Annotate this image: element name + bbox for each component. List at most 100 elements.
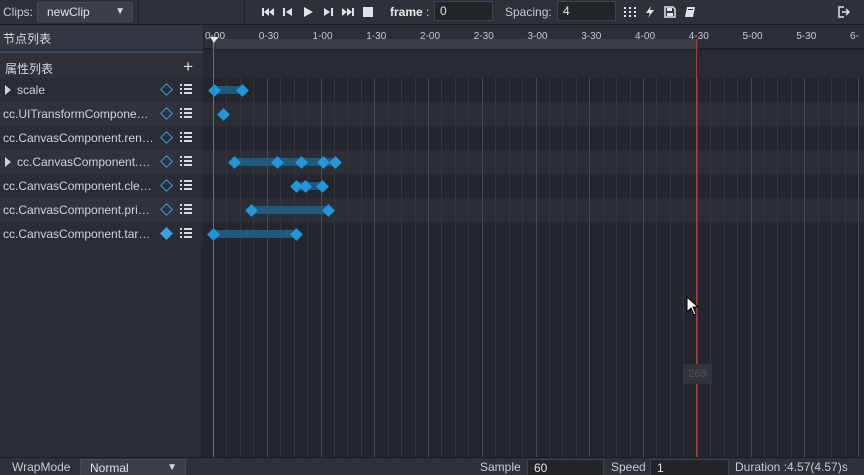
playhead-line[interactable] bbox=[213, 39, 214, 457]
grid-line bbox=[575, 78, 577, 457]
duration-readout: Duration :4.57(4.57)s bbox=[735, 460, 848, 474]
grid-line bbox=[548, 78, 550, 457]
bottom-bar: WrapMode Normal ▼ Sample Speed Duration … bbox=[0, 457, 864, 475]
time-ruler[interactable]: 0-00 0-30 1-00 1-30 2-00 2-30 3-00 3-30 4-00 4-30… bbox=[204, 25, 864, 49]
grid-line bbox=[763, 78, 765, 457]
keyframe-diamond-icon[interactable] bbox=[160, 155, 173, 168]
keyframe-diamond-icon[interactable] bbox=[160, 107, 173, 120]
ruler-tick-label: 6- bbox=[850, 31, 859, 42]
grid-line bbox=[307, 78, 309, 457]
keyframe-diamond-icon[interactable] bbox=[160, 131, 173, 144]
property-name: cc.CanvasComponent.targetTexture bbox=[3, 227, 155, 241]
clips-label: Clips: bbox=[3, 5, 34, 19]
grid-line bbox=[374, 78, 376, 457]
next-frame-icon[interactable] bbox=[321, 5, 335, 19]
grid-line bbox=[495, 78, 497, 457]
jump-last-icon[interactable] bbox=[341, 5, 355, 19]
lightning-icon[interactable] bbox=[643, 5, 657, 19]
save-icon[interactable] bbox=[663, 5, 677, 19]
grid-line bbox=[226, 78, 228, 457]
row-menu-icon[interactable] bbox=[180, 84, 192, 95]
playhead-handle[interactable] bbox=[210, 37, 218, 43]
grid-line bbox=[360, 78, 362, 457]
prev-frame-icon[interactable] bbox=[281, 5, 295, 19]
animation-editor: Clips: newClip ▼ frame : Spacing: bbox=[0, 0, 864, 475]
row-menu-icon[interactable] bbox=[180, 156, 192, 167]
wrapmode-value: Normal bbox=[90, 461, 129, 475]
property-row[interactable]: cc.UITransformComponent.contentSize bbox=[0, 102, 203, 126]
property-row[interactable]: scale bbox=[0, 78, 203, 102]
speed-label: Speed bbox=[611, 460, 646, 474]
row-menu-icon[interactable] bbox=[180, 180, 192, 191]
keyframe-diamond-icon[interactable] bbox=[160, 179, 173, 192]
keyframe-span-bar[interactable] bbox=[213, 230, 297, 238]
keyframe-diamond-icon[interactable] bbox=[160, 83, 173, 96]
keyframe-diamond-icon[interactable] bbox=[160, 203, 173, 216]
sample-input[interactable] bbox=[527, 459, 604, 475]
expand-triangle-icon[interactable] bbox=[5, 157, 11, 167]
property-name: cc.CanvasComponent.clearFlag bbox=[3, 179, 155, 193]
stop-icon[interactable] bbox=[361, 5, 375, 19]
jump-first-icon[interactable] bbox=[261, 5, 275, 19]
property-name: cc.CanvasComponent.renderMode bbox=[3, 131, 155, 145]
clip-select[interactable]: newClip ▼ bbox=[37, 2, 133, 22]
ruler-tick-label: 3-30 bbox=[581, 31, 602, 42]
play-icon[interactable] bbox=[301, 5, 315, 19]
grid-line bbox=[643, 78, 644, 457]
row-menu-icon[interactable] bbox=[180, 108, 192, 119]
top-toolbar: Clips: newClip ▼ frame : Spacing: bbox=[0, 0, 864, 25]
row-menu-icon[interactable] bbox=[180, 132, 192, 143]
frame-input[interactable] bbox=[434, 1, 493, 21]
track-row-bg bbox=[204, 126, 864, 150]
ruler-tick-label: 3-00 bbox=[527, 31, 548, 42]
grid-line bbox=[535, 78, 537, 457]
grid-line bbox=[320, 78, 322, 457]
track-row-bg bbox=[204, 78, 864, 102]
book-icon[interactable] bbox=[683, 5, 697, 19]
timeline-panel[interactable]: 0-00 0-30 1-00 1-30 2-00 2-30 3-00 3-30 4-00 4-30… bbox=[204, 25, 864, 457]
grid-line bbox=[562, 78, 564, 457]
ruler-tick-label: 5-00 bbox=[742, 31, 763, 42]
toolbar-divider bbox=[244, 0, 245, 25]
row-menu-icon[interactable] bbox=[180, 204, 192, 215]
grid-line bbox=[831, 78, 833, 457]
property-row[interactable]: cc.CanvasComponent.priority bbox=[0, 198, 203, 222]
ruler-tick-label: 5-30 bbox=[796, 31, 817, 42]
grid-line bbox=[844, 78, 846, 457]
row-menu-icon[interactable] bbox=[180, 228, 192, 239]
property-row[interactable]: cc.CanvasComponent.clearFlag bbox=[0, 174, 203, 198]
grid-icon[interactable] bbox=[623, 5, 637, 19]
property-name: cc.CanvasComponent.priority bbox=[3, 203, 155, 217]
grid-line bbox=[750, 78, 752, 457]
keyframe-span-bar[interactable] bbox=[251, 206, 329, 214]
grid-line bbox=[239, 78, 241, 457]
property-list-title: 属性列表 bbox=[5, 62, 54, 76]
add-property-button[interactable]: + bbox=[183, 57, 193, 77]
ruler-tick-label: 2-30 bbox=[473, 31, 494, 42]
grid-line bbox=[817, 78, 819, 457]
grid-line bbox=[481, 78, 483, 457]
wrapmode-select[interactable]: Normal ▼ bbox=[80, 459, 186, 475]
spacing-input[interactable] bbox=[557, 1, 616, 21]
grid-line bbox=[428, 78, 429, 457]
speed-input[interactable] bbox=[650, 459, 729, 475]
ruler-tick-label: 1-00 bbox=[312, 31, 333, 42]
property-panel: 节点列表 属性列表 + scale cc.UITransformComponent… bbox=[0, 25, 203, 457]
chevron-down-icon: ▼ bbox=[115, 6, 125, 17]
grid-line bbox=[737, 78, 739, 457]
exit-icon[interactable] bbox=[837, 5, 851, 19]
grid-line bbox=[266, 78, 268, 457]
keyframe-diamond-icon[interactable] bbox=[160, 227, 173, 240]
grid-line bbox=[414, 78, 416, 457]
property-row[interactable]: cc.CanvasComponent.targetTexture bbox=[0, 222, 203, 246]
property-row[interactable]: cc.CanvasComponent.color bbox=[0, 150, 203, 174]
ruler-tick-label: 0-30 bbox=[258, 31, 279, 42]
track-row-bg bbox=[204, 102, 864, 126]
frame-colon: : bbox=[426, 5, 430, 19]
grid-line bbox=[656, 78, 658, 457]
node-list-header[interactable]: 节点列表 bbox=[0, 25, 203, 49]
property-name: cc.UITransformComponent.contentSize bbox=[3, 107, 155, 121]
expand-triangle-icon[interactable] bbox=[5, 85, 11, 95]
property-row[interactable]: cc.CanvasComponent.renderMode bbox=[0, 126, 203, 150]
grid-line bbox=[280, 78, 282, 457]
